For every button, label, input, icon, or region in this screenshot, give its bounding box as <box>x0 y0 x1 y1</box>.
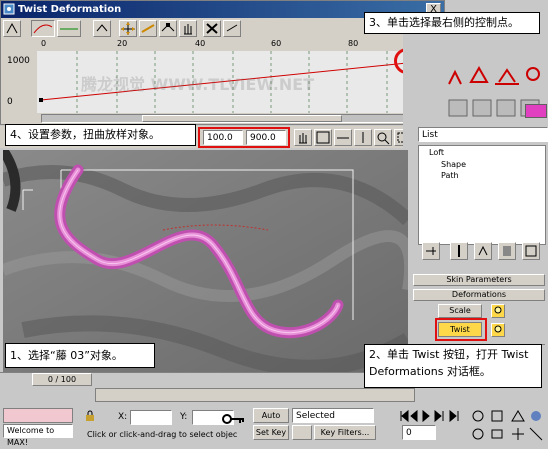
show-end-result-icon[interactable] <box>450 242 468 260</box>
zoom-vertical-icon[interactable] <box>354 129 372 146</box>
ruler-tick-label: 40 <box>195 39 206 48</box>
pan-hand-icon[interactable] <box>179 20 197 37</box>
zoom-icon[interactable] <box>374 129 392 146</box>
set-key-button[interactable]: Set Key <box>253 425 289 440</box>
make-unique-icon[interactable] <box>474 242 492 260</box>
callout-2: 2、单击 Twist 按钮，打开 Twist Deformations 对话框。 <box>364 344 542 388</box>
ruler-tick-label: 60 <box>271 39 282 48</box>
move-control-point-icon[interactable] <box>119 20 137 37</box>
ruler-tick-label: 20 <box>117 39 128 48</box>
ruler-tick-label: 80 <box>348 39 359 48</box>
scale-button[interactable]: Scale <box>438 304 482 318</box>
object-color-swatch[interactable] <box>525 104 547 118</box>
create-icons <box>445 54 545 94</box>
insert-corner-point-icon[interactable] <box>159 20 177 37</box>
twist-highlight-box <box>435 318 487 341</box>
twist-bulb-icon[interactable] <box>491 323 505 337</box>
playback-controls <box>398 408 468 424</box>
selected-dropdown[interactable]: Selected <box>292 408 374 423</box>
y-label-max: 1000 <box>7 56 30 66</box>
modifier-list-dropdown[interactable]: List <box>418 127 548 142</box>
rollout-skin-parameters[interactable]: Skin Parameters <box>413 274 545 286</box>
swap-icon[interactable] <box>93 20 111 37</box>
auto-key-button[interactable]: Auto Key <box>253 408 289 433</box>
horizontal-scrollbar[interactable] <box>41 114 434 123</box>
app-icon <box>3 3 15 15</box>
current-frame-field[interactable]: 0 <box>402 425 436 440</box>
welcome-field: Welcome to MAX! <box>3 424 73 447</box>
zoom-extents-icon[interactable] <box>314 129 332 146</box>
stack-tools <box>420 240 548 264</box>
key-filters-button[interactable]: Key Filters... <box>314 425 376 440</box>
display-curve-icon[interactable] <box>31 20 55 37</box>
perspective-viewport[interactable] <box>3 150 408 372</box>
zoom-horizontal-icon[interactable] <box>334 129 352 146</box>
callout-4: 4、设置参数，扭曲放样对象。 <box>5 124 196 146</box>
x-field[interactable] <box>130 410 172 425</box>
rollout-deformations[interactable]: Deformations <box>413 289 545 301</box>
navigation-icons <box>470 408 546 442</box>
stack-item-shape[interactable]: Shape <box>441 160 466 169</box>
status-hint: Click or click-and-drag to select objec <box>87 430 238 439</box>
make-symmetrical-icon[interactable] <box>3 20 21 37</box>
bottom-bar: Welcome to MAX! X: Y: Click or click-and… <box>0 388 548 447</box>
ruler-tick-label: 0 <box>41 39 47 48</box>
callout-1: 1、选择“藤 03”对象。 <box>5 343 155 368</box>
pan-icon[interactable] <box>294 129 312 146</box>
modifier-stack: Loft Shape Path <box>418 145 546 245</box>
time-ruler: 0 20 40 60 80 100 <box>41 39 434 51</box>
scale-bulb-icon[interactable] <box>491 304 505 318</box>
stack-item-loft[interactable]: Loft <box>429 148 444 157</box>
y-label-min: 0 <box>7 97 13 107</box>
delete-point-icon[interactable] <box>203 20 221 37</box>
reset-curve-icon[interactable] <box>223 20 241 37</box>
configure-icon[interactable] <box>522 242 540 260</box>
pin-stack-icon[interactable] <box>422 242 440 260</box>
time-slider[interactable]: 0 / 100 <box>0 372 410 386</box>
watermark: 腾龙视觉 WWW.TLVIEW.NET <box>81 75 315 94</box>
time-slider-thumb[interactable]: 0 / 100 <box>32 373 92 386</box>
lock-icon[interactable] <box>85 410 95 422</box>
stack-item-path[interactable]: Path <box>441 171 459 180</box>
y-label: Y: <box>180 412 188 422</box>
maxscript-listener[interactable] <box>3 408 73 423</box>
key-mode-icon[interactable] <box>292 425 312 440</box>
key-icon[interactable] <box>222 412 246 426</box>
track-bar[interactable] <box>95 388 415 402</box>
highlight-box <box>198 127 290 148</box>
callout-3: 3、单击选择最右侧的控制点。 <box>364 12 540 34</box>
scale-point-icon[interactable] <box>139 20 157 37</box>
display-x-icon[interactable] <box>57 20 81 37</box>
x-label: X: <box>118 412 128 422</box>
remove-modifier-icon[interactable] <box>498 242 516 260</box>
